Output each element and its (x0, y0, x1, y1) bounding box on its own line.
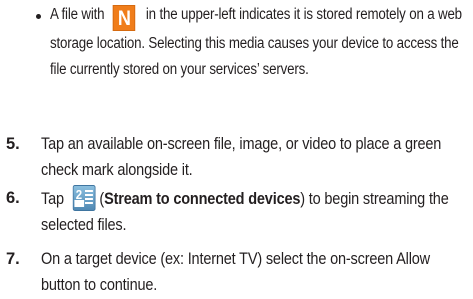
stream-to-connected-devices-icon: 2 (73, 185, 96, 211)
bullet-dot (36, 14, 41, 19)
step-number: 5. (6, 135, 20, 153)
step-5: 5. Tap an available on-screen file, imag… (6, 131, 472, 183)
bullet-text-after: in the upper-left indicates it is stored… (50, 6, 462, 78)
step-text: Tap 2 (Stream to connected devices) to b… (41, 185, 472, 238)
step-number: 7. (6, 250, 20, 268)
step-7: 7. On a target device (ex: Internet TV) … (6, 246, 472, 298)
bullet-paragraph: A file with N in the upper-left indicate… (50, 2, 471, 83)
step-text-before: Tap (41, 190, 68, 208)
stream-label: Stream to connected devices (104, 190, 301, 208)
step-text: Tap an available on-screen file, image, … (41, 135, 442, 179)
stream-icon-digit: 2 (76, 187, 83, 202)
remote-file-bullet: A file with N in the upper-left indicate… (36, 2, 472, 83)
paren-close: ) (300, 190, 305, 208)
step-number: 6. (6, 189, 20, 207)
manual-page: A file with N in the upper-left indicate… (0, 0, 473, 299)
bullet-text-before: A file with (50, 6, 108, 23)
remote-storage-icon: N (113, 5, 136, 31)
step-text: On a target device (ex: Internet TV) sel… (41, 250, 430, 294)
step-6: 6. Tap 2 (Stream to connected devices) t… (6, 185, 472, 238)
